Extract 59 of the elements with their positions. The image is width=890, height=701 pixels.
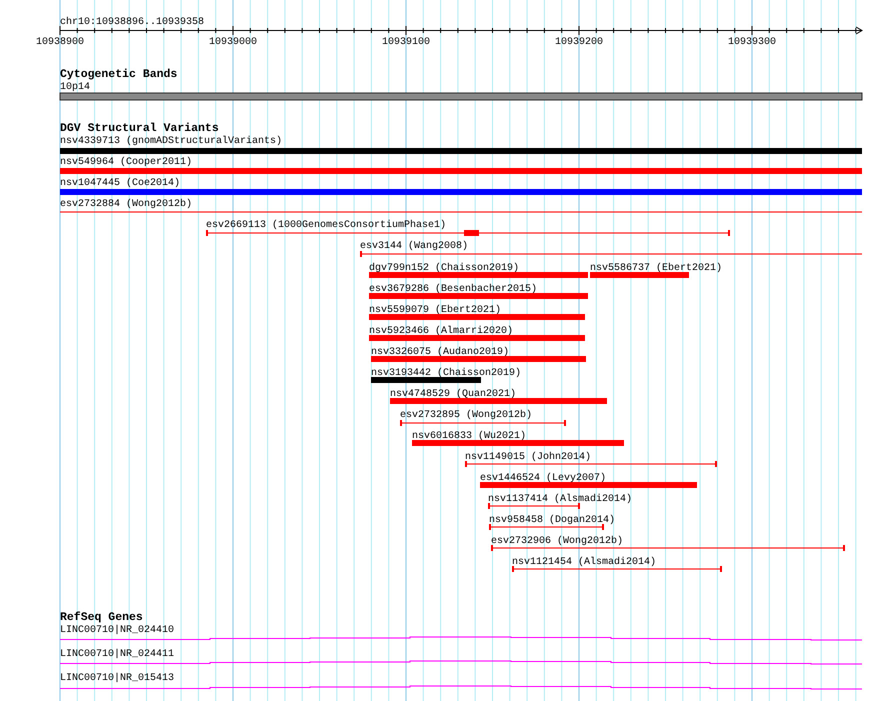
feature-label: nsv5586737 (Ebert2021): [590, 263, 722, 274]
variant-bar[interactable]: [480, 482, 697, 488]
feature-label: nsv958458 (Dogan2014): [489, 515, 616, 526]
position-label: 10939100: [382, 37, 430, 48]
track-title: DGV Structural Variants: [60, 122, 219, 135]
gene-line[interactable]: [60, 636, 862, 640]
feature-label: nsv5923466 (Almarri2020): [369, 326, 514, 337]
feature-label: nsv4748529 (Quan2021): [390, 389, 516, 400]
feature-label: esv1446524 (Levy2007): [480, 473, 606, 484]
variant-bar[interactable]: [412, 440, 624, 446]
variant-bar[interactable]: [590, 272, 689, 278]
variant-bar[interactable]: [369, 335, 585, 341]
feature-label: nsv6016833 (Wu2021): [412, 431, 526, 442]
position-label: 10939300: [728, 37, 776, 48]
feature-label: esv2669113 (1000GenomesConsortiumPhase1): [206, 220, 446, 231]
feature-label: esv2732906 (Wong2012b): [491, 536, 624, 547]
track-title: Cytogenetic Bands: [60, 68, 178, 81]
feature-label: LINC00710|NR_024411: [60, 649, 174, 660]
feature-label: nsv5599079 (Ebert2021): [369, 305, 502, 316]
variant-bar[interactable]: [371, 377, 481, 383]
feature-label: nsv1047445 (Coe2014): [60, 178, 180, 189]
variant-line[interactable]: [512, 566, 722, 572]
position-label: 10939200: [555, 37, 603, 48]
track-title: RefSeq Genes: [60, 611, 143, 624]
variant-bar[interactable]: [369, 314, 585, 320]
variant-line[interactable]: [400, 420, 566, 426]
variant-bar[interactable]: [60, 189, 862, 195]
feature-label: esv2732884 (Wong2012b): [60, 199, 192, 210]
feature-label: LINC00710|NR_015413: [60, 673, 174, 684]
variant-bar[interactable]: [390, 398, 607, 404]
feature-label: nsv4339713 (gnomADStructuralVariants): [60, 136, 282, 147]
variant-bar[interactable]: [60, 148, 862, 154]
variant-line[interactable]: [489, 524, 604, 530]
feature-label: nsv549964 (Cooper2011): [60, 157, 192, 168]
variant-line[interactable]: [465, 461, 717, 467]
feature-label: nsv1121454 (Alsmadi2014): [512, 557, 656, 568]
gene-line[interactable]: [60, 660, 862, 664]
feature-label: nsv3193442 (Chaisson2019): [371, 368, 522, 379]
variant-bar[interactable]: [371, 356, 586, 362]
feature-label: LINC00710|NR_024410: [60, 625, 174, 636]
feature-label: dgv799n152 (Chaisson2019): [369, 263, 520, 274]
variant-bar[interactable]: [369, 272, 588, 278]
position-label: 10939000: [209, 37, 257, 48]
variant-line[interactable]: [488, 503, 580, 509]
feature-label: 10p14: [60, 82, 90, 93]
feature-label: nsv1137414 (Alsmadi2014): [488, 494, 632, 505]
variant-line[interactable]: [206, 230, 730, 236]
position-label: 10938900: [36, 37, 84, 48]
variant-line[interactable]: [491, 545, 845, 551]
variant-bar[interactable]: [60, 168, 862, 174]
feature-label: esv3144 (Wang2008): [360, 241, 468, 252]
feature-label: nsv3326075 (Audano2019): [371, 347, 510, 358]
feature-label: esv2732895 (Wong2012b): [400, 410, 532, 421]
location-label: chr10:10938896..10939358: [60, 17, 204, 28]
variant-line[interactable]: [360, 251, 862, 257]
gene-line[interactable]: [60, 686, 862, 690]
variant-bar[interactable]: [369, 293, 588, 299]
feature-label: nsv1149015 (John2014): [465, 452, 592, 463]
feature-label: esv3679286 (Besenbacher2015): [369, 284, 538, 295]
